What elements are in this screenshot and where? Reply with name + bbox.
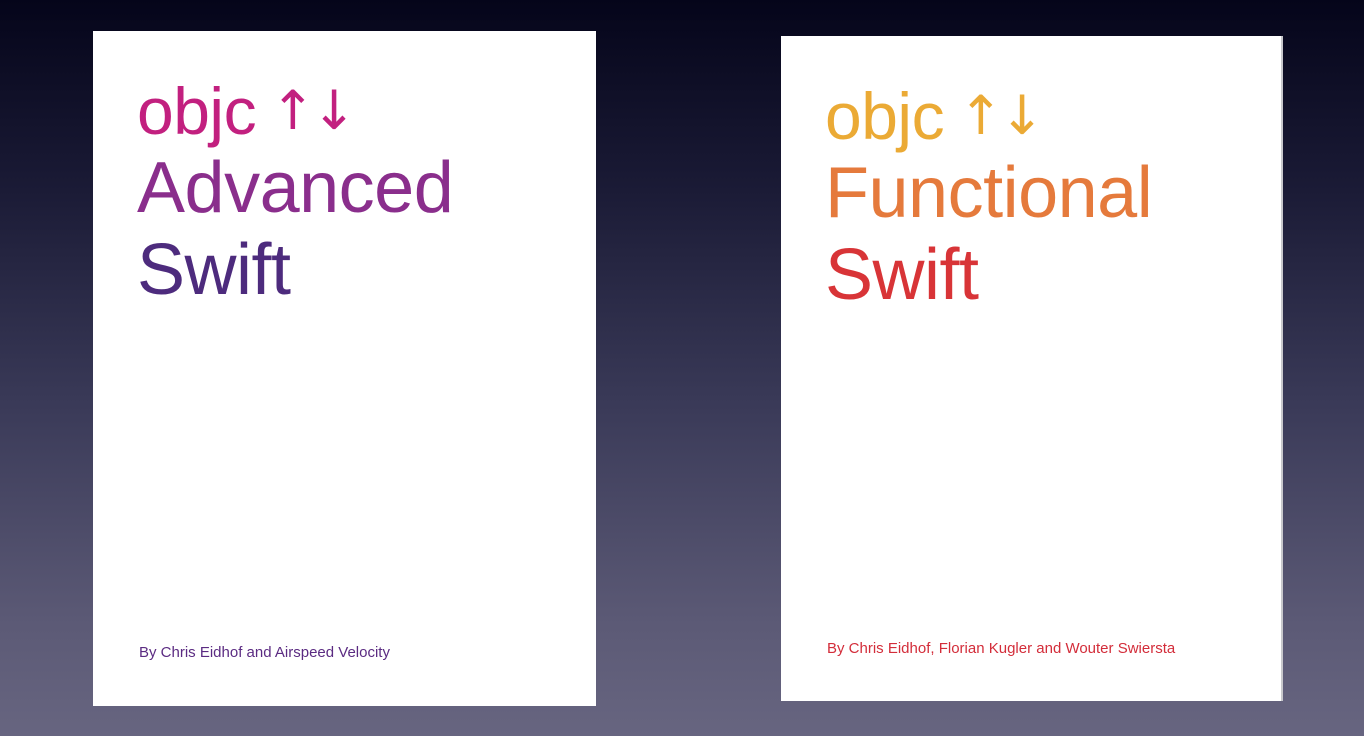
brand-line: objc ↑↓: [137, 75, 453, 147]
book-byline: By Chris Eidhof, Florian Kugler and Wout…: [827, 640, 1176, 657]
brand-logo-text: objc: [825, 79, 945, 153]
up-down-arrows-icon: ↑↓: [270, 79, 356, 142]
brand-logo-text: objc: [137, 74, 257, 148]
book-cover-functional-swift: objc ↑↓ Functional Swift By Chris Eidhof…: [781, 36, 1283, 701]
book-title-line-1: Functional: [825, 153, 1153, 233]
brand-line: objc ↑↓: [825, 80, 1152, 152]
book-cover-advanced-swift: objc ↑↓ Advanced Swift By Chris Eidhof a…: [93, 31, 596, 706]
book-title-line-2: Swift: [825, 235, 979, 315]
book-title-line-2: Swift: [137, 230, 291, 310]
up-down-arrows-icon: ↑↓: [958, 84, 1044, 147]
book-title-block: objc ↑↓ Advanced Swift: [137, 75, 454, 311]
book-title-block: objc ↑↓ Functional Swift: [825, 80, 1153, 316]
book-byline: By Chris Eidhof and Airspeed Velocity: [139, 644, 390, 661]
book-title-line-1: Advanced: [137, 148, 454, 228]
